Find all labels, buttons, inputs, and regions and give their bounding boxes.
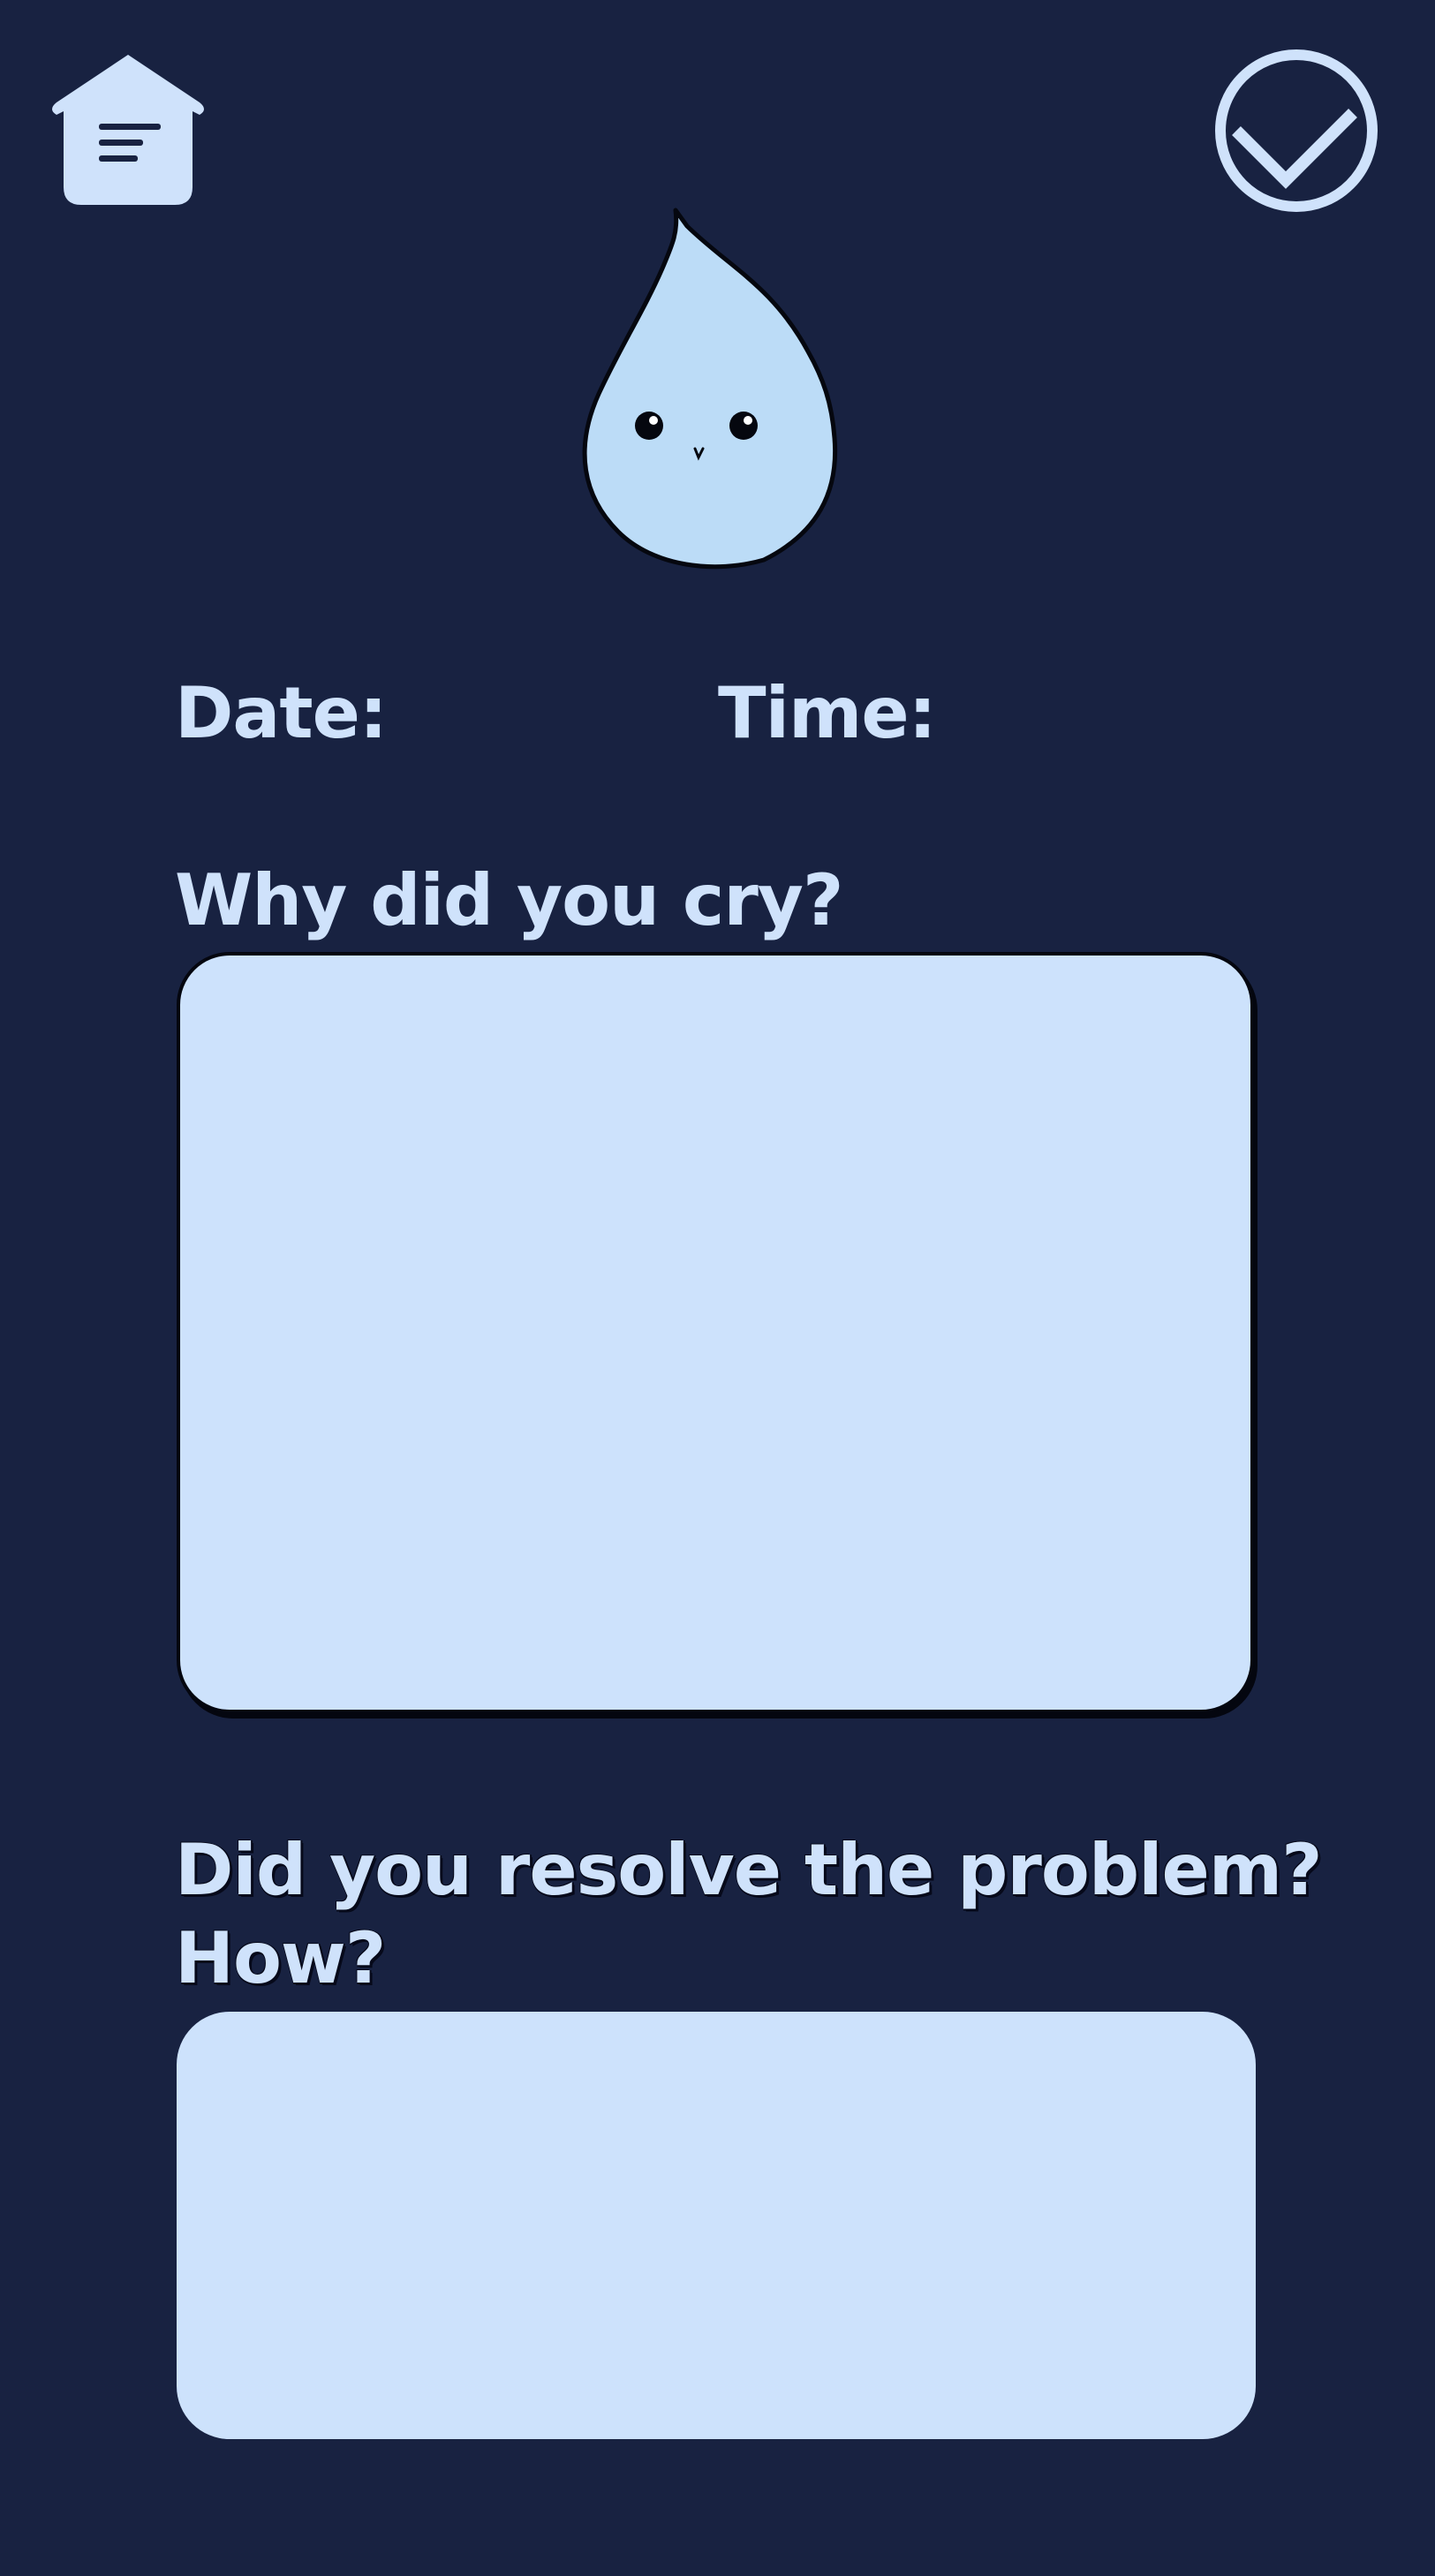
home-button[interactable]: [44, 49, 212, 208]
why-cry-label: Why did you cry?: [175, 859, 843, 941]
resolve-problem-input[interactable]: [177, 2012, 1256, 2439]
circle-check-icon: [1212, 46, 1381, 215]
water-drop-mascot: [574, 205, 848, 585]
done-button[interactable]: [1212, 46, 1381, 215]
resolve-problem-label: Did you resolve the problem? How?: [175, 1829, 1323, 1999]
time-label: Time:: [718, 672, 937, 754]
why-cry-input[interactable]: [177, 952, 1254, 1713]
date-label: Date:: [175, 672, 388, 754]
house-menu-icon: [44, 49, 212, 208]
